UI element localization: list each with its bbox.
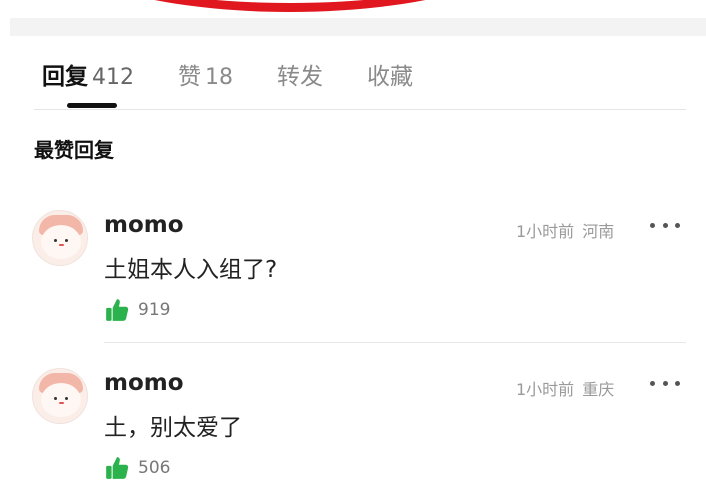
comment-meta: 1小时前 河南 (516, 218, 614, 242)
section-title: 最赞回复 (34, 138, 114, 162)
tab-label: 转发 (277, 64, 323, 90)
avatar[interactable] (32, 368, 88, 424)
comment-item: momo 1小时前 河南 土姐本人入组了? 919 (0, 210, 706, 360)
avatar[interactable] (32, 210, 88, 266)
comment-item: momo 1小时前 重庆 土，别太爱了 506 (0, 368, 706, 495)
comment-username[interactable]: momo (104, 370, 184, 396)
like-button[interactable]: 919 (104, 296, 170, 324)
tab-label: 赞 (178, 64, 201, 90)
tab-replies[interactable]: 回复 412 (42, 57, 134, 91)
thumbs-up-icon (106, 299, 129, 321)
header-arc-decoration (30, 0, 550, 12)
comment-username[interactable]: momo (104, 212, 184, 238)
tab-label: 收藏 (367, 64, 413, 90)
tab-bar-divider (34, 109, 686, 110)
like-button[interactable]: 506 (104, 454, 170, 482)
comment-location: 河南 (582, 222, 615, 241)
comment-text: 土姐本人入组了? (104, 257, 278, 283)
like-count: 506 (138, 458, 171, 478)
tab-label: 回复 (42, 64, 88, 90)
more-horizontal-icon[interactable] (650, 215, 680, 235)
like-count: 919 (138, 300, 171, 320)
comments-page: 回复 412 赞 18 转发 收藏 最赞回复 momo 1小时前 河南 土姐本人入… (0, 0, 706, 495)
tab-count: 18 (205, 65, 233, 90)
tab-reposts[interactable]: 转发 (277, 57, 323, 91)
section-divider (10, 18, 706, 36)
comment-location: 重庆 (582, 380, 615, 399)
comment-text: 土，别太爱了 (104, 415, 242, 441)
comment-time: 1小时前 (516, 380, 575, 399)
tab-favorites[interactable]: 收藏 (367, 57, 413, 91)
comment-divider (104, 342, 686, 343)
comment-time: 1小时前 (516, 222, 575, 241)
tab-count: 412 (92, 65, 134, 90)
active-tab-indicator (67, 103, 117, 108)
more-horizontal-icon[interactable] (650, 373, 680, 393)
comment-meta: 1小时前 重庆 (516, 376, 614, 400)
tab-likes[interactable]: 赞 18 (178, 57, 233, 91)
tab-bar: 回复 412 赞 18 转发 收藏 (42, 56, 457, 92)
thumbs-up-icon (106, 457, 129, 479)
